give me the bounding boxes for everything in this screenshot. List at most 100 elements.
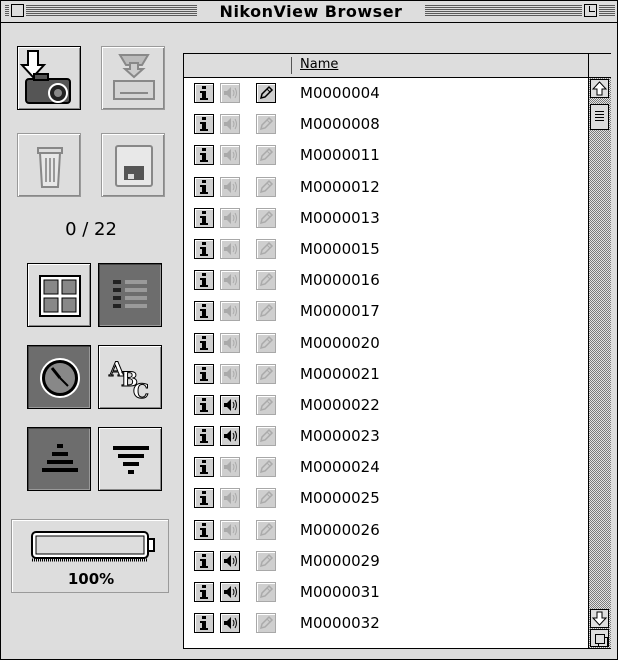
edit-button[interactable] [256,114,276,135]
sound-button[interactable] [220,114,240,135]
list-row[interactable]: M0000012 [184,172,588,203]
sound-button[interactable] [220,582,240,602]
edit-button[interactable] [256,488,276,509]
list-row[interactable]: M0000015 [184,234,588,265]
edit-button[interactable] [256,176,276,197]
sound-button[interactable] [220,519,240,540]
scroll-down-arrow[interactable] [590,609,609,628]
info-button[interactable] [194,394,214,415]
header-corner [588,54,611,78]
sound-button[interactable] [220,145,240,166]
list-row[interactable]: M0000025 [184,483,588,514]
info-button[interactable] [194,550,214,571]
edit-button[interactable] [256,457,276,478]
list-row[interactable]: M0000022 [184,390,588,421]
sound-button[interactable] [220,457,240,478]
print-button[interactable] [101,46,165,110]
list-row[interactable]: M0000031 [184,577,588,608]
download-button[interactable] [17,46,81,110]
resize-grow-box-icon[interactable] [590,629,609,647]
sound-button[interactable] [220,83,240,103]
info-icon [200,522,208,537]
info-button[interactable] [194,582,214,602]
info-button[interactable] [194,332,214,353]
list-row[interactable]: M0000017 [184,296,588,327]
pencil-icon [259,117,274,131]
sound-button[interactable] [220,176,240,197]
list-row[interactable]: M0000011 [184,140,588,171]
list-row[interactable]: M0000020 [184,328,588,359]
list-row[interactable]: M0000023 [184,421,588,452]
info-button[interactable] [194,613,214,634]
sound-button[interactable] [220,207,240,228]
title-bar[interactable]: NikonView Browser [1,1,617,23]
sound-button[interactable] [220,332,240,353]
info-icon [200,86,208,100]
info-button[interactable] [194,426,214,447]
sound-button[interactable] [220,238,240,259]
thumbnail-view-button[interactable] [27,263,91,327]
sound-button[interactable] [220,363,240,384]
edit-button[interactable] [256,207,276,228]
edit-button[interactable] [256,301,276,322]
info-button[interactable] [194,114,214,135]
list-row[interactable]: M0000013 [184,203,588,234]
edit-button[interactable] [256,550,276,571]
edit-button[interactable] [256,83,276,103]
sound-button[interactable] [220,550,240,571]
file-list: M0000004 M0000008 M0000011 M0000012 M0000013… [184,78,588,639]
sound-button[interactable] [220,613,240,634]
scroll-up-arrow[interactable] [590,79,609,98]
sort-by-date-button[interactable] [27,345,91,409]
scroll-thumb[interactable] [590,104,609,130]
list-row[interactable]: M0000016 [184,265,588,296]
trash-button[interactable] [17,133,81,197]
info-button[interactable] [194,83,214,103]
info-button[interactable] [194,238,214,259]
edit-button[interactable] [256,426,276,447]
edit-button[interactable] [256,582,276,602]
column-header-name[interactable]: Name [300,57,338,72]
vertical-scrollbar[interactable] [588,78,611,648]
list-view-button[interactable] [98,263,162,327]
close-box-icon[interactable] [11,4,24,17]
list-row[interactable]: M0000008 [184,109,588,140]
info-button[interactable] [194,488,214,509]
sound-button[interactable] [220,488,240,509]
sound-button[interactable] [220,394,240,415]
sort-by-name-button[interactable]: A B C [98,345,162,409]
edit-button[interactable] [256,332,276,353]
edit-button[interactable] [256,145,276,166]
edit-button[interactable] [256,613,276,634]
sound-button[interactable] [220,426,240,447]
sound-button[interactable] [220,270,240,291]
pencil-icon [259,460,274,474]
list-row[interactable]: M0000004 [184,78,588,109]
list-row[interactable]: M0000024 [184,452,588,483]
sound-button[interactable] [220,301,240,322]
info-button[interactable] [194,457,214,478]
info-button[interactable] [194,519,214,540]
info-button[interactable] [194,301,214,322]
sort-ascending-button[interactable] [27,427,91,491]
list-row[interactable]: M0000029 [184,546,588,577]
edit-button[interactable] [256,394,276,415]
edit-button[interactable] [256,519,276,540]
sort-descending-button[interactable] [98,427,162,491]
save-button[interactable] [101,133,165,197]
list-row[interactable]: M0000032 [184,608,588,639]
pencil-icon [259,210,274,224]
clock-icon [40,358,80,398]
list-row[interactable]: M0000026 [184,515,588,546]
info-button[interactable] [194,176,214,197]
zoom-box-icon[interactable] [584,4,597,17]
edit-button[interactable] [256,363,276,384]
info-button[interactable] [194,363,214,384]
list-row[interactable]: M0000021 [184,359,588,390]
arrow-down-icon [591,611,608,626]
info-button[interactable] [194,270,214,291]
edit-button[interactable] [256,270,276,291]
info-button[interactable] [194,145,214,166]
info-button[interactable] [194,207,214,228]
edit-button[interactable] [256,238,276,259]
